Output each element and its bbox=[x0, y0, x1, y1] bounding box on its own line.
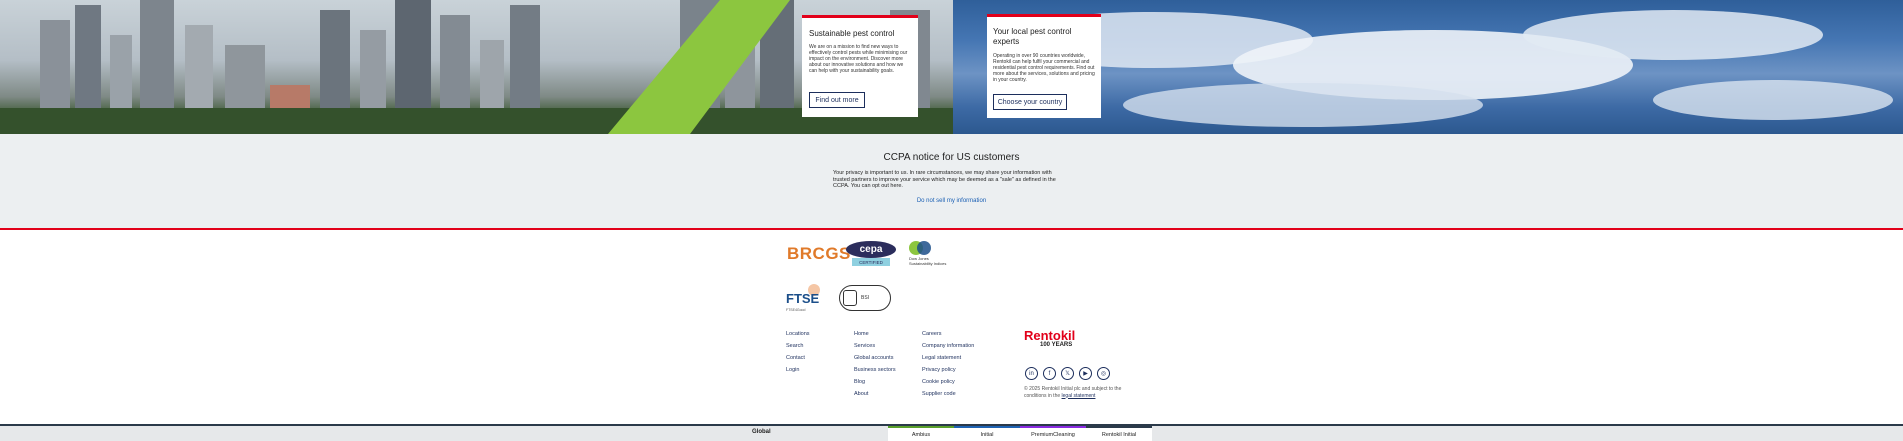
bsi-logo: BSI bbox=[839, 285, 891, 311]
brcgs-logo: BRCGS bbox=[787, 244, 851, 264]
cepa-logo-mark: cepa bbox=[846, 241, 896, 258]
card-body: We are on a mission to find new ways to … bbox=[809, 44, 908, 74]
bsi-label: BSI bbox=[861, 295, 870, 301]
youtube-icon[interactable]: ▶ bbox=[1079, 367, 1092, 380]
ccpa-body: Your privacy is important to us. In rare… bbox=[833, 170, 1056, 189]
card-title: Sustainable pest control bbox=[809, 29, 895, 38]
cepa-certified-label: CERTIFIED bbox=[852, 258, 890, 266]
footer-link[interactable]: Supplier code bbox=[922, 388, 974, 400]
tab-initial[interactable]: Initial bbox=[954, 426, 1020, 441]
sustainable-pest-control-card: Sustainable pest control We are on a mis… bbox=[802, 15, 918, 117]
hero-section: Sustainable pest control We are on a mis… bbox=[0, 0, 1903, 134]
section-divider bbox=[0, 228, 1903, 230]
dj-circle-blue bbox=[917, 241, 931, 255]
find-out-more-button[interactable]: Find out more bbox=[809, 92, 865, 108]
twitter-icon[interactable]: 𝕏 bbox=[1061, 367, 1074, 380]
footer-link[interactable]: Company information bbox=[922, 340, 974, 352]
footer-link[interactable]: Cookie policy bbox=[922, 376, 974, 388]
tab-rentokil-initial[interactable]: Rentokil Initial bbox=[1086, 426, 1152, 441]
rentokil-100-years: 100 YEARS bbox=[1040, 342, 1073, 348]
footer-link[interactable]: Locations bbox=[786, 328, 810, 340]
legal-statement-link[interactable]: legal statement bbox=[1062, 393, 1096, 399]
group-brands-bar: Global Ambius Initial PremiumCleaning Re… bbox=[0, 424, 1903, 441]
footer-link[interactable]: Services bbox=[854, 340, 896, 352]
dow-jones-logo: Dow Jones Sustainability Indices bbox=[907, 241, 957, 267]
brcgs-logo-text: BRCGS bbox=[787, 244, 851, 263]
card-title: Your local pest control experts bbox=[993, 27, 1072, 46]
footer-link[interactable]: Login bbox=[786, 364, 810, 376]
ftse-sub: FTSE4Good bbox=[786, 308, 806, 312]
ftse-logo-text: FTSE bbox=[786, 291, 820, 306]
facebook-icon[interactable]: f bbox=[1043, 367, 1056, 380]
linkedin-icon[interactable]: in bbox=[1025, 367, 1038, 380]
card-body: Operating in over 90 countries worldwide… bbox=[993, 53, 1095, 83]
copyright-text: © 2025 Rentokil Initial plc and subject … bbox=[1024, 386, 1140, 399]
footer-link[interactable]: Home bbox=[854, 328, 896, 340]
global-label[interactable]: Global bbox=[752, 429, 771, 435]
footer-link[interactable]: Privacy policy bbox=[922, 364, 974, 376]
do-not-sell-link[interactable]: Do not sell my information bbox=[0, 198, 1903, 204]
tab-premiumcleaning[interactable]: PremiumCleaning bbox=[1020, 426, 1086, 441]
instagram-icon[interactable]: ◎ bbox=[1097, 367, 1110, 380]
footer-link[interactable]: Contact bbox=[786, 352, 810, 364]
footer-link[interactable]: Careers bbox=[922, 328, 974, 340]
ccpa-title: CCPA notice for US customers bbox=[883, 152, 1020, 163]
bsi-kitemark-icon bbox=[843, 290, 857, 306]
choose-your-country-button[interactable]: Choose your country bbox=[993, 94, 1067, 110]
ccpa-notice-section: CCPA notice for US customers Your privac… bbox=[0, 134, 1903, 228]
cepa-logo: cepa CERTIFIED bbox=[846, 241, 896, 267]
ftse-logo: FTSE FTSE4Good bbox=[786, 284, 831, 312]
rentokil-logo[interactable]: Rentokil 100 YEARS bbox=[1024, 328, 1080, 350]
tab-ambius[interactable]: Ambius bbox=[888, 426, 954, 441]
footer-link[interactable]: Search bbox=[786, 340, 810, 352]
footer-col-3: Careers Company information Legal statem… bbox=[922, 328, 974, 400]
footer-link[interactable]: Blog bbox=[854, 376, 896, 388]
dj-line2: Sustainability Indices bbox=[909, 260, 947, 266]
footer-link[interactable]: Global accounts bbox=[854, 352, 896, 364]
footer-link[interactable]: About bbox=[854, 388, 896, 400]
footer-link[interactable]: Business sectors bbox=[854, 364, 896, 376]
local-experts-card: Your local pest control experts Operatin… bbox=[987, 14, 1101, 118]
footer-col-2: Home Services Global accounts Business s… bbox=[854, 328, 896, 400]
rentokil-wordmark: Rentokil bbox=[1024, 328, 1076, 343]
footer-link[interactable]: Legal statement bbox=[922, 352, 974, 364]
footer-col-1: Locations Search Contact Login bbox=[786, 328, 810, 376]
